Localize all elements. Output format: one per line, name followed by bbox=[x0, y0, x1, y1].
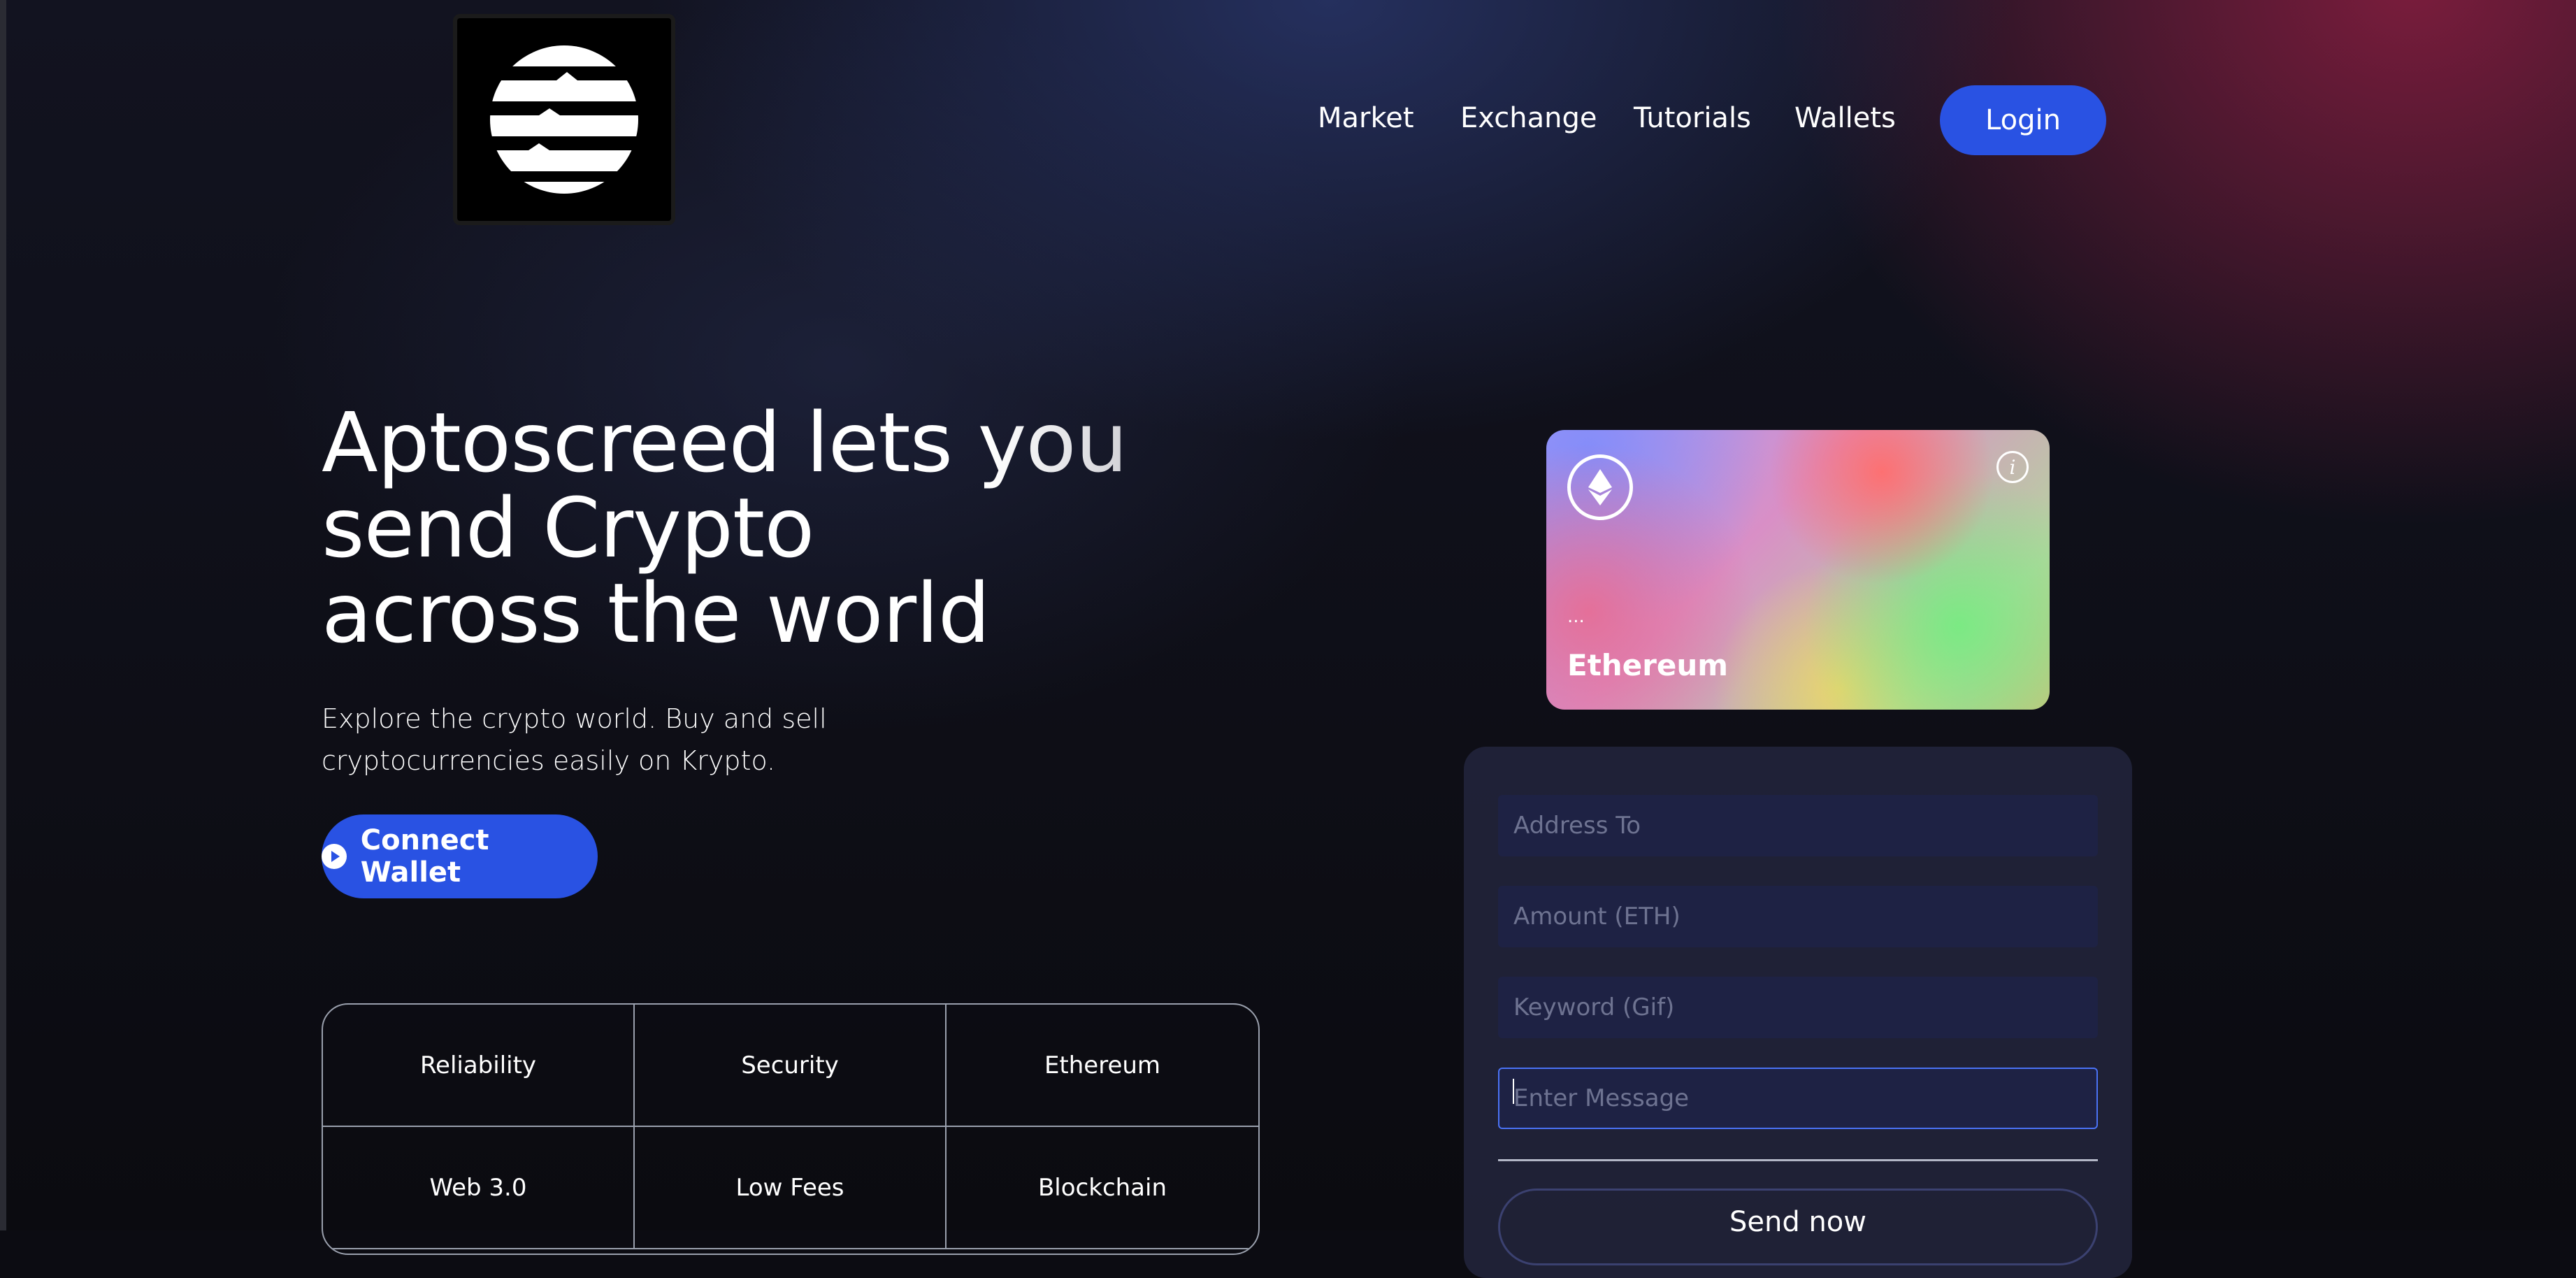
hero-subtitle: Explore the crypto world. Buy and sell c… bbox=[322, 703, 827, 776]
hero-title: Aptoscreed lets you send Crypto across t… bbox=[322, 400, 1300, 656]
keyword-input[interactable] bbox=[1498, 977, 2098, 1038]
nav-market[interactable]: Market bbox=[1318, 102, 1414, 134]
ethereum-icon bbox=[1567, 454, 1633, 520]
nav-wallets[interactable]: Wallets bbox=[1794, 102, 1896, 134]
transaction-form: Send now bbox=[1464, 747, 2132, 1278]
window-edge bbox=[0, 0, 6, 1230]
hero-title-line1: Aptoscreed lets you send Crypto bbox=[322, 394, 1128, 576]
send-now-button[interactable]: Send now bbox=[1498, 1189, 2098, 1265]
feature-cell: Reliability bbox=[323, 1005, 635, 1127]
feature-cell: Security bbox=[635, 1005, 947, 1127]
hero-title-line2: across the world bbox=[322, 565, 990, 661]
connect-wallet-button[interactable]: Connect Wallet bbox=[322, 814, 598, 898]
nav-exchange[interactable]: Exchange bbox=[1460, 102, 1597, 134]
info-icon[interactable]: i bbox=[1996, 451, 2029, 483]
play-circle-icon bbox=[322, 844, 347, 869]
message-input[interactable] bbox=[1498, 1068, 2098, 1129]
nav-tutorials[interactable]: Tutorials bbox=[1634, 102, 1751, 134]
wallet-address: ... bbox=[1567, 606, 1585, 627]
feature-cell: Blockchain bbox=[947, 1127, 1258, 1249]
address-to-input[interactable] bbox=[1498, 795, 2098, 856]
features-grid: Reliability Security Ethereum Web 3.0 Lo… bbox=[322, 1003, 1260, 1255]
card-network-name: Ethereum bbox=[1567, 648, 1729, 682]
ethereum-card: i ... Ethereum bbox=[1546, 430, 2050, 710]
logo-mark-icon bbox=[490, 45, 638, 194]
amount-input[interactable] bbox=[1498, 886, 2098, 947]
login-button[interactable]: Login bbox=[1940, 85, 2106, 155]
connect-wallet-label: Connect Wallet bbox=[360, 824, 489, 889]
text-caret bbox=[1513, 1079, 1514, 1104]
aptos-logo[interactable] bbox=[453, 14, 675, 225]
form-divider bbox=[1498, 1159, 2098, 1161]
feature-cell: Web 3.0 bbox=[323, 1127, 635, 1249]
feature-cell: Ethereum bbox=[947, 1005, 1258, 1127]
feature-cell: Low Fees bbox=[635, 1127, 947, 1249]
